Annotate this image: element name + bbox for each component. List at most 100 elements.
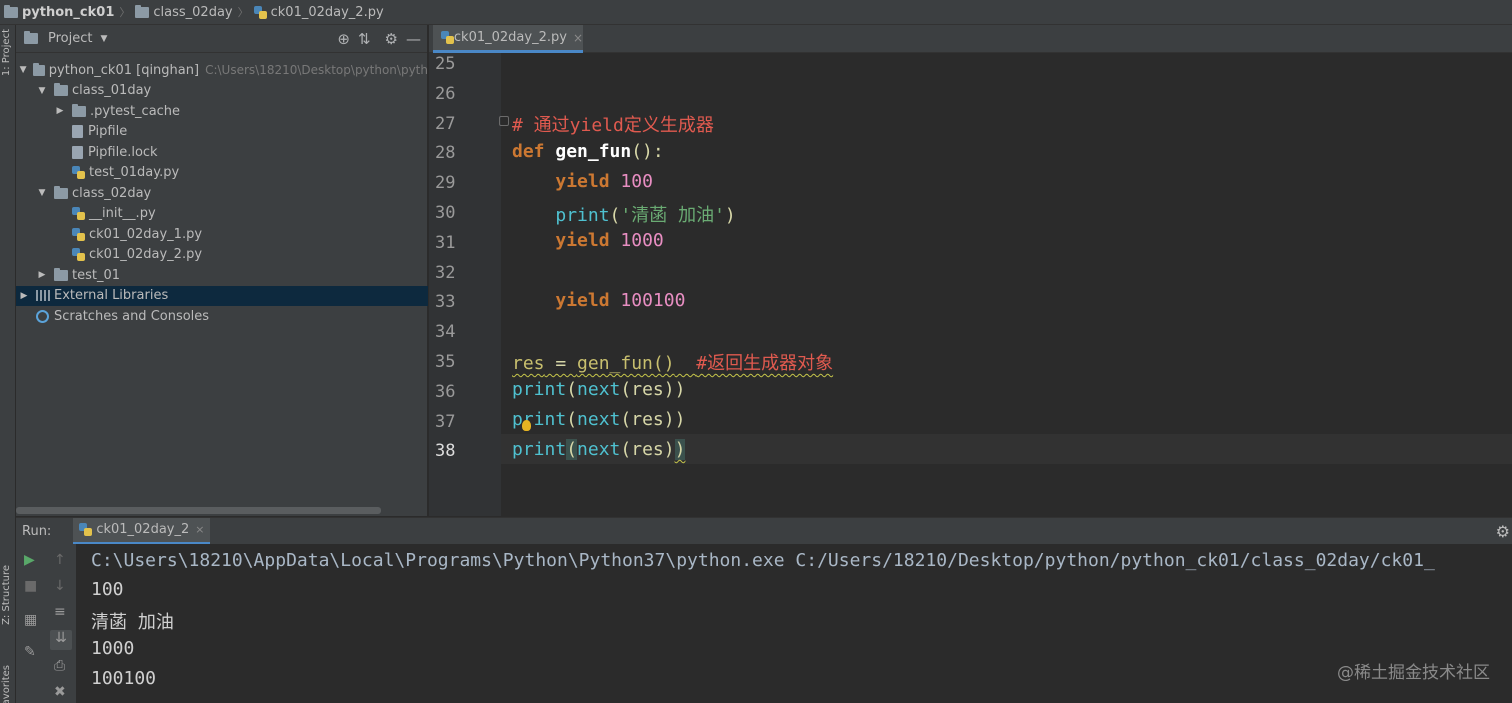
tree-item-label: python_ck01 [qinghan]	[48, 62, 200, 78]
code-line-33: yield 100100	[555, 290, 686, 311]
tree-item[interactable]: __init__.py	[16, 204, 428, 224]
tree-item-label: External Libraries	[54, 288, 169, 303]
project-panel: Project ▼ ⊕ ⇅ ⚙ — ▼ python_ck01 [qinghan]…	[16, 25, 428, 516]
line-number[interactable]: 26	[435, 84, 475, 104]
trash-icon[interactable]: ✖	[54, 684, 66, 700]
tree-item[interactable]: test_01day.py	[16, 163, 428, 183]
line-number[interactable]: 38	[435, 441, 475, 461]
favorites-tool-tab[interactable]: avorites	[1, 665, 12, 703]
pin-icon[interactable]: ✎	[24, 644, 36, 660]
code-line-35: res = gen_fun() #返回生成器对象	[512, 353, 834, 374]
arrow-down-icon[interactable]: ↓	[54, 578, 66, 594]
run-console[interactable]: C:\Users\18210\AppData\Local\Programs\Py…	[76, 544, 1512, 703]
tree-item[interactable]: ▶ External Libraries	[16, 285, 428, 306]
folder-icon	[72, 103, 86, 117]
left-tool-strip: 1: Project Z: Structure avorites	[0, 25, 16, 703]
tree-item[interactable]: ▶ .pytest_cache	[16, 101, 428, 121]
tree-item[interactable]: Pipfile.lock	[16, 142, 428, 162]
tree-item[interactable]: ck01_02day_2.py	[16, 245, 428, 265]
soft-wrap-icon[interactable]: ≡	[54, 604, 66, 620]
tree-item[interactable]: Scratches and Consoles	[16, 306, 428, 326]
locate-icon[interactable]: ⊕	[337, 30, 350, 48]
tree-item[interactable]: ▶ test_01	[16, 265, 428, 285]
tree-item[interactable]: ▼ class_02day	[16, 183, 428, 203]
collapse-arrow-icon[interactable]: ▶	[36, 270, 48, 280]
tree-item-label: test_01day.py	[89, 165, 180, 180]
python-file-icon	[72, 166, 85, 179]
run-tab[interactable]: ck01_02day_2 ×	[73, 517, 211, 545]
python-file-icon	[253, 5, 267, 19]
tree-item-label: Scratches and Consoles	[54, 308, 210, 324]
structure-tool-tab[interactable]: Z: Structure	[1, 565, 12, 625]
tree-item-label: class_01day	[72, 83, 152, 98]
layout-icon[interactable]: ▦	[24, 612, 37, 628]
line-number[interactable]: 36	[435, 382, 475, 402]
line-number[interactable]: 25	[435, 54, 475, 74]
editor-tab-bar: ck01_02day_2.py ×	[429, 25, 1512, 53]
expand-arrow-icon[interactable]: ▼	[36, 86, 48, 96]
line-number[interactable]: 29	[435, 173, 475, 193]
tree-item[interactable]: ▼ python_ck01 [qinghan] C:\Users\18210\Des…	[16, 60, 428, 80]
console-output-line: 1000	[91, 638, 135, 659]
line-number[interactable]: 35	[435, 352, 475, 372]
line-number[interactable]: 31	[435, 233, 475, 253]
rerun-icon[interactable]: ▶	[24, 552, 35, 568]
run-toolbar: ▶ ↑ ■ ↓ ≡ ▦ ⇊ ✎ ⎙ ✖	[16, 544, 76, 703]
line-number[interactable]: 32	[435, 263, 475, 283]
project-tool-tab[interactable]: 1: Project	[1, 29, 12, 76]
gear-icon[interactable]: ⚙	[1496, 522, 1510, 541]
code-editor[interactable]: 25 26 27 28 29 30 31 32 33 34 35 36 37 38 # 通过yield定义…	[429, 53, 1512, 516]
scroll-to-end-icon[interactable]: ⇊	[50, 630, 72, 650]
file-icon	[72, 145, 83, 159]
collapse-arrow-icon[interactable]: ▶	[18, 291, 30, 301]
gear-icon[interactable]: ⚙	[385, 30, 398, 48]
stop-icon[interactable]: ■	[24, 578, 37, 594]
arrow-up-icon[interactable]: ↑	[54, 552, 66, 568]
run-panel-header: Run: ck01_02day_2 × ⚙	[16, 517, 1512, 545]
folder-icon	[33, 62, 45, 76]
tree-item[interactable]: Pipfile	[16, 122, 428, 142]
folder-icon	[54, 185, 68, 199]
print-icon[interactable]: ⎙	[54, 658, 65, 674]
tree-item-label: .pytest_cache	[90, 103, 181, 119]
python-file-icon	[72, 227, 85, 241]
horizontal-scrollbar[interactable]	[16, 507, 381, 514]
fold-marker-icon[interactable]	[499, 116, 509, 126]
expand-arrow-icon[interactable]: ▼	[18, 65, 28, 75]
tree-item-label: Pipfile	[88, 124, 128, 139]
breadcrumb-project[interactable]: python_ck01	[4, 0, 114, 25]
chevron-right-icon: 〉	[119, 6, 131, 19]
line-number[interactable]: 27	[435, 114, 475, 134]
line-number[interactable]: 33	[435, 292, 475, 312]
line-number[interactable]: 30	[435, 203, 475, 223]
tree-item[interactable]: ▼ class_01day	[16, 81, 428, 101]
library-icon	[36, 290, 50, 301]
intention-bulb-icon[interactable]	[522, 420, 531, 431]
project-panel-header: Project ▼ ⊕ ⇅ ⚙ —	[16, 25, 427, 53]
tree-item[interactable]: ck01_02day_1.py	[16, 224, 428, 244]
code-line-36: print(next(res))	[512, 379, 686, 400]
breadcrumb-file[interactable]: ck01_02day_2.py	[253, 0, 384, 25]
editor-tab[interactable]: ck01_02day_2.py ×	[433, 25, 583, 53]
expand-arrow-icon[interactable]: ▼	[36, 188, 48, 198]
hide-panel-icon[interactable]: —	[406, 30, 421, 48]
code-line-29: yield 100	[555, 171, 653, 192]
console-output-line: 100100	[91, 668, 157, 689]
collapse-arrow-icon[interactable]: ▶	[54, 106, 66, 116]
tree-item-label: __init__.py	[89, 206, 156, 221]
close-icon[interactable]: ×	[195, 523, 204, 536]
console-output-line: 清菡 加油	[91, 612, 174, 633]
console-command-line: C:\Users\18210\AppData\Local\Programs\Py…	[91, 550, 1435, 571]
line-number[interactable]: 34	[435, 322, 475, 342]
line-number[interactable]: 28	[435, 143, 475, 163]
close-icon[interactable]: ×	[573, 31, 583, 45]
folder-icon	[4, 4, 18, 18]
folder-icon	[54, 267, 68, 281]
collapse-all-icon[interactable]: ⇅	[358, 30, 371, 48]
line-number[interactable]: 37	[435, 412, 475, 432]
code-line-38: print(next(res))	[512, 439, 686, 460]
breadcrumb-folder[interactable]: class_02day	[135, 0, 233, 25]
project-view-selector[interactable]: Project	[48, 31, 92, 46]
run-label: Run:	[22, 523, 52, 539]
chevron-down-icon[interactable]: ▼	[100, 34, 107, 44]
